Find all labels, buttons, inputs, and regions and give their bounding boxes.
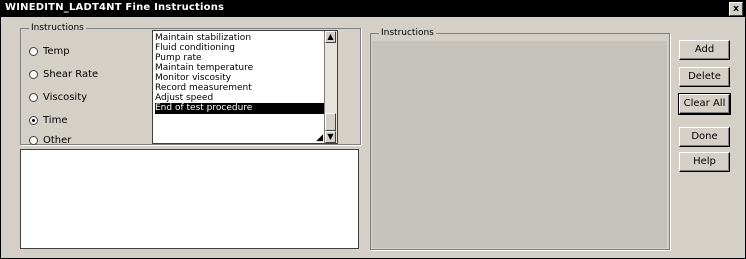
close-icon[interactable]: x (729, 2, 743, 16)
radio-other[interactable]: Other (29, 133, 71, 147)
list-item[interactable]: Adjust speed (155, 93, 327, 103)
done-button[interactable]: Done (679, 127, 730, 147)
radio-label: Time (43, 114, 68, 126)
radio-button-selected-icon (29, 115, 38, 125)
radio-button-icon (29, 46, 38, 56)
add-button[interactable]: Add (679, 40, 730, 60)
fine-instructions-dialog: WINEDITN_LADT4NT Fine Instructions x Ins… (0, 0, 746, 259)
radio-time[interactable]: Time (29, 113, 67, 127)
radio-button-icon (29, 92, 38, 102)
help-button[interactable]: Help (679, 152, 730, 172)
scroll-thumb[interactable] (325, 113, 336, 131)
resize-grip-icon[interactable]: ◢ (316, 133, 323, 143)
delete-button[interactable]: Delete (679, 67, 730, 87)
list-item-selected[interactable]: End of test procedure (155, 103, 327, 114)
clear-all-button[interactable]: Clear All (678, 93, 731, 115)
list-item[interactable]: Record measurement (155, 83, 327, 93)
list-item[interactable]: Maintain temperature (155, 63, 327, 73)
instruction-listbox[interactable]: Maintain stabilization Fluid conditionin… (152, 30, 338, 144)
scroll-up-icon[interactable]: ▲ (325, 31, 336, 43)
radio-label: Shear Rate (43, 68, 99, 80)
group-legend-right: Instructions (379, 27, 436, 39)
instruction-type-group: Instructions Temp Shear Rate Viscosity T… (20, 22, 361, 147)
list-item[interactable]: Fluid conditioning (155, 43, 327, 53)
group-legend-left: Instructions (29, 22, 86, 34)
instruction-text-area[interactable] (20, 149, 359, 249)
scroll-down-icon[interactable]: ▼ (325, 131, 336, 143)
radio-label: Viscosity (43, 91, 88, 103)
list-item[interactable]: Maintain stabilization (155, 33, 327, 43)
list-item[interactable]: Pump rate (155, 53, 327, 63)
list-item[interactable]: Monitor viscosity (155, 73, 327, 83)
radio-shear-rate[interactable]: Shear Rate (29, 67, 98, 81)
radio-viscosity[interactable]: Viscosity (29, 90, 87, 104)
radio-button-icon (29, 69, 38, 79)
instruction-preview-panel (372, 41, 667, 248)
listbox-scrollbar[interactable]: ▲ ▼ (324, 31, 337, 143)
radio-label: Temp (43, 45, 70, 57)
radio-label: Other (43, 134, 72, 146)
radio-button-icon (29, 135, 38, 145)
title-bar[interactable]: WINEDITN_LADT4NT Fine Instructions x (1, 1, 745, 17)
window-title: WINEDITN_LADT4NT Fine Instructions (5, 2, 225, 13)
radio-temp[interactable]: Temp (29, 44, 70, 58)
